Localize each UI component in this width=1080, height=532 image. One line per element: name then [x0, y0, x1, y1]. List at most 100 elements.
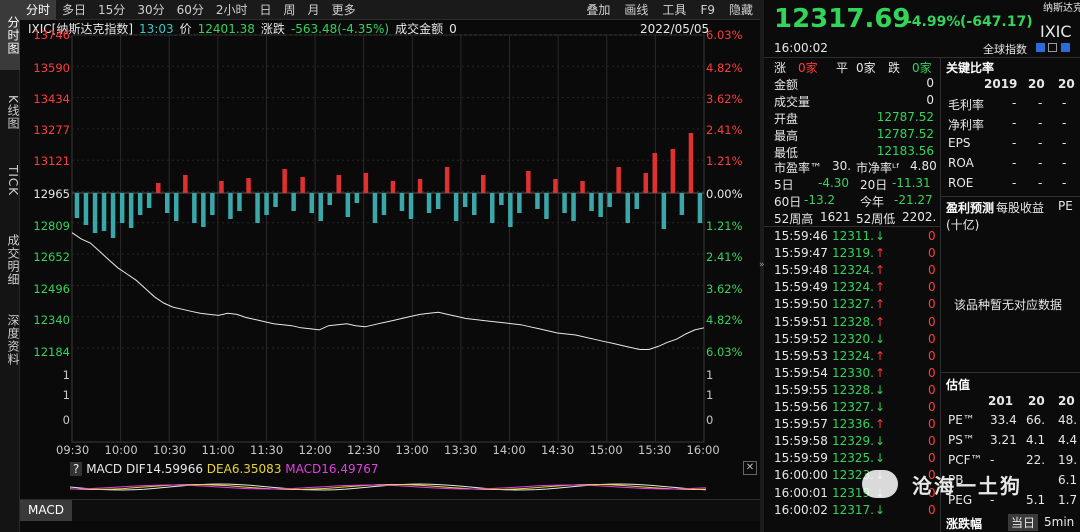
tab-multiday[interactable]: 多日	[56, 0, 92, 20]
valuation-v3: 19.	[1058, 453, 1078, 467]
up-count: 0家	[798, 61, 818, 75]
sidebar-item-deals[interactable]: 成交明细	[0, 224, 20, 296]
tab-day[interactable]: 日	[254, 0, 278, 20]
sidebar-item-timeshare[interactable]: 分时图	[0, 0, 20, 70]
tick-price: 12311.	[832, 229, 874, 243]
y-right-tick-label: 3.62%	[706, 92, 743, 106]
f9-button[interactable]: F9	[693, 0, 722, 20]
y-right-tick-label: 3.62%	[706, 282, 743, 296]
tick-price: 12328.	[832, 314, 874, 329]
y-left-tick-label: 13746	[33, 28, 70, 42]
tab-2hour[interactable]: 2小时	[210, 0, 254, 20]
quote-panel: 12317.69 -4.99% (-647.17) 纳斯达克指数 IXIC 16…	[764, 0, 1080, 532]
forecast-empty: 该品种暂无对应数据	[954, 298, 1063, 312]
left-sidebar: 分时图 K线图 TICK 成交明细 深度资料	[0, 0, 20, 532]
ratio-label: 毛利率	[948, 98, 985, 112]
volume-bar	[508, 193, 513, 227]
tab-15min[interactable]: 15分	[92, 0, 131, 20]
volume-bar	[462, 193, 468, 207]
low52-label: 52周低	[856, 212, 896, 226]
tick-time: 15:59:54	[774, 365, 828, 380]
down-count-label: 跌	[888, 61, 901, 75]
tab-60min[interactable]: 60分	[171, 0, 210, 20]
y-left-tick-label: 12184	[33, 345, 70, 359]
valuation-v3: 4.4	[1058, 433, 1078, 447]
window-icon[interactable]	[1048, 43, 1057, 52]
volume-bar	[562, 193, 567, 213]
range-tab-today[interactable]: 当日	[1008, 514, 1039, 531]
volume-bar	[679, 193, 685, 215]
valuation-v2: 5.1	[1026, 493, 1046, 507]
draw-line-button[interactable]: 画线	[617, 0, 655, 20]
macd-close-icon[interactable]: ✕	[743, 461, 757, 475]
y-right-tick-label: 4.82%	[706, 61, 743, 75]
ratio-v1: -	[1012, 156, 1017, 170]
ratio-v1: -	[1012, 116, 1017, 130]
tick-time: 15:59:55	[774, 382, 828, 397]
valuation-v3: 6.1	[1058, 473, 1078, 487]
x-tick-label: 12:30	[347, 443, 381, 457]
ratio-v2: -	[1038, 156, 1043, 170]
sidebar-item-tick[interactable]: TICK	[0, 146, 20, 216]
tab-30min[interactable]: 30分	[131, 0, 170, 20]
volume-bar	[444, 167, 450, 193]
volume-bar	[237, 193, 242, 211]
overlay-button[interactable]: 叠加	[579, 0, 617, 20]
tick-price: 12329.	[832, 434, 874, 449]
tick-price: 12320.	[832, 331, 874, 346]
intraday-chart[interactable]	[20, 20, 760, 460]
ratio-v2: -	[1038, 116, 1043, 130]
change-absolute: (-647.17)	[960, 14, 1033, 30]
forecast-pe: PE	[1058, 199, 1073, 213]
valuation-v1: 33.4	[990, 413, 1017, 427]
last-price: 12317.69	[774, 4, 911, 34]
change-percent: -4.99%	[906, 14, 961, 30]
valuation-title: 估值	[946, 378, 971, 392]
volume-bar	[435, 193, 441, 209]
sidebar-item-kline[interactable]: K线图	[0, 84, 20, 140]
ratio-v1: -	[1012, 136, 1017, 150]
macd-chart	[70, 483, 706, 491]
volume-bar	[426, 193, 432, 213]
ratio-v1: -	[1012, 176, 1017, 190]
volume-bar	[481, 175, 486, 193]
tab-week[interactable]: 周	[278, 0, 302, 20]
edit-icon[interactable]	[1036, 43, 1045, 52]
stat-label: 开盘	[774, 112, 799, 126]
volume-bar	[363, 173, 369, 193]
tick-volume: 0	[928, 246, 936, 261]
range-tab-5min[interactable]: 5min	[1044, 515, 1074, 529]
volume-bar	[453, 193, 459, 221]
hide-button[interactable]: 隐藏	[722, 0, 760, 20]
tab-macd[interactable]: MACD	[20, 500, 72, 521]
tick-volume: 0	[928, 348, 936, 363]
sidebar-item-depth[interactable]: 深度资料	[0, 304, 20, 376]
valuation-v1: -	[990, 453, 995, 467]
category-label: 全球指数	[983, 43, 1027, 56]
volume-bar	[192, 193, 197, 223]
ratio-v2: -	[1038, 96, 1043, 110]
d20-label: 20日	[860, 178, 888, 192]
valuation-v3: 48.	[1058, 413, 1078, 427]
macd-macd-label: MACD	[285, 462, 322, 476]
tools-button[interactable]: 工具	[655, 0, 693, 20]
tab-timeshare[interactable]: 分时	[20, 0, 57, 20]
expand-icon[interactable]	[1061, 43, 1070, 52]
tab-month[interactable]: 月	[302, 0, 326, 20]
d5-label: 5日	[774, 178, 794, 192]
tick-time: 16:00:02	[774, 502, 828, 517]
tick-direction-icon: ↑	[875, 348, 886, 363]
valuation-v2: 66.	[1026, 413, 1046, 427]
macd-help-icon[interactable]: ?	[70, 462, 83, 476]
volume-bar	[607, 193, 612, 207]
volume-bar	[273, 193, 278, 207]
y-left-tick-label: 1	[62, 388, 70, 402]
y-right-tick-label: 1	[706, 368, 714, 382]
tab-more[interactable]: 更多	[326, 0, 362, 20]
valuation-label: PCF™	[948, 453, 983, 467]
tick-time: 16:00:00	[774, 468, 828, 483]
tick-time: 15:59:57	[774, 417, 828, 432]
volume-bar	[128, 193, 134, 228]
valuation-label: PS™	[948, 433, 975, 447]
tick-time: 15:59:51	[774, 314, 828, 329]
